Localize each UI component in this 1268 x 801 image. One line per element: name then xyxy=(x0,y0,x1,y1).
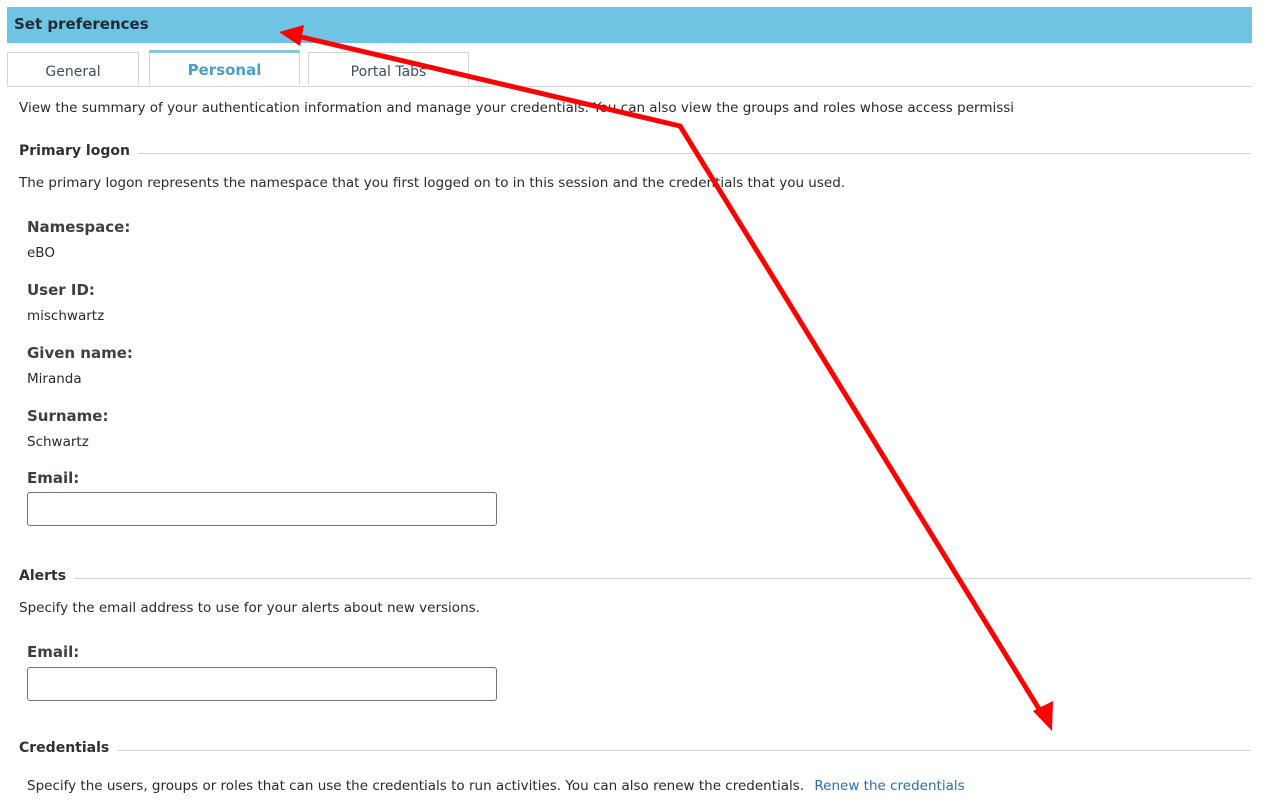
alerts-section-header: Alerts xyxy=(19,568,1251,588)
given-name-label: Given name: xyxy=(27,344,133,362)
namespace-value: eBO xyxy=(27,245,55,261)
alerts-email-input[interactable] xyxy=(27,667,497,701)
given-name-value: Miranda xyxy=(27,371,82,387)
arrowhead-lower xyxy=(1033,701,1053,731)
namespace-label: Namespace: xyxy=(27,218,131,236)
tab-strip: General Personal Portal Tabs xyxy=(7,50,1252,87)
tab-personal-label: Personal xyxy=(187,61,262,79)
credentials-description: Specify the users, groups or roles that … xyxy=(27,778,805,794)
section-divider xyxy=(19,578,1251,579)
tab-general-label: General xyxy=(45,64,101,80)
primary-logon-description: The primary logon represents the namespa… xyxy=(19,175,846,191)
arrow-segment-lower xyxy=(677,123,1047,720)
tab-general[interactable]: General xyxy=(7,52,139,85)
user-id-label: User ID: xyxy=(27,281,95,299)
alerts-heading: Alerts xyxy=(19,568,75,584)
alerts-description: Specify the email address to use for you… xyxy=(19,600,480,616)
credentials-description-line: Specify the users, groups or roles that … xyxy=(27,778,965,794)
credentials-heading: Credentials xyxy=(19,740,118,756)
renew-credentials-link[interactable]: Renew the credentials xyxy=(814,778,964,794)
window-title: Set preferences xyxy=(14,15,149,33)
user-id-value: mischwartz xyxy=(27,308,105,324)
tab-personal[interactable]: Personal xyxy=(149,50,300,85)
primary-logon-section-header: Primary logon xyxy=(19,143,1251,163)
title-bar: Set preferences xyxy=(7,7,1252,43)
primary-email-input[interactable] xyxy=(27,492,497,526)
alerts-email-label: Email: xyxy=(27,643,80,661)
section-divider xyxy=(19,750,1251,751)
primary-logon-heading: Primary logon xyxy=(19,143,138,159)
email-label: Email: xyxy=(27,469,80,487)
surname-label: Surname: xyxy=(27,407,109,425)
surname-value: Schwartz xyxy=(27,434,89,450)
tab-portal-tabs-label: Portal Tabs xyxy=(350,64,427,80)
preferences-panel: Set preferences General Personal Portal … xyxy=(0,0,1268,801)
tab-portal-tabs[interactable]: Portal Tabs xyxy=(308,52,469,85)
section-divider xyxy=(19,153,1251,154)
intro-text: View the summary of your authentication … xyxy=(19,100,1015,116)
credentials-section-header: Credentials xyxy=(19,740,1251,760)
